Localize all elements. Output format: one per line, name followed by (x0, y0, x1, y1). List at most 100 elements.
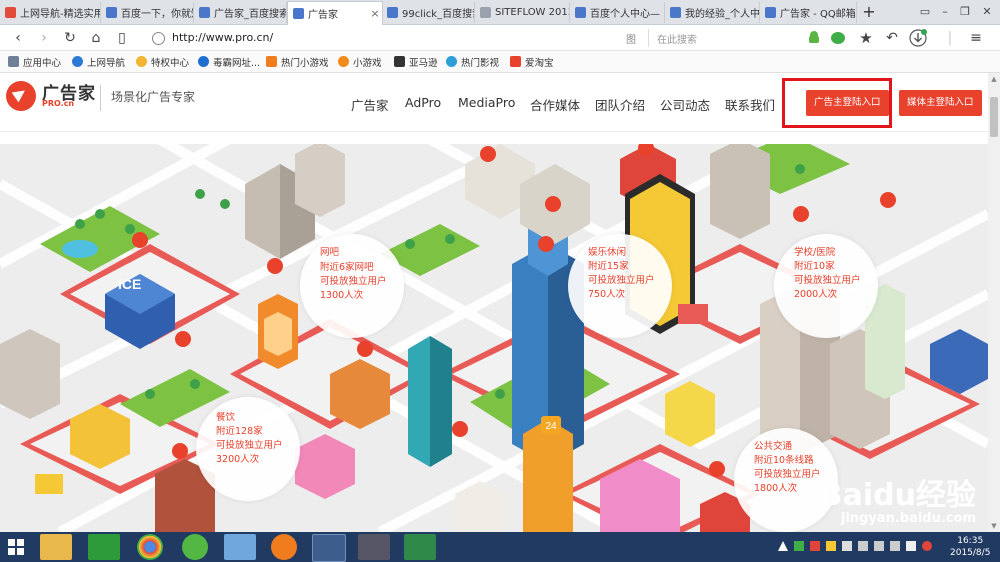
paint-icon[interactable] (224, 534, 256, 560)
tab-title: 上网导航-精选实用 (20, 9, 100, 20)
nav-adpro[interactable]: AdPro (405, 95, 441, 110)
bookmark-label: 小游戏 (353, 57, 382, 69)
page-scrollbar[interactable]: ▲ ▼ (988, 73, 1000, 532)
download-icon[interactable] (908, 28, 928, 48)
svg-text:ICE: ICE (118, 276, 141, 292)
tab-99click[interactable]: 99click_百度搜索 (382, 2, 475, 23)
bubble-title: 公共交通 (754, 441, 793, 452)
chrome-icon[interactable] (137, 534, 163, 560)
minimize-icon[interactable]: – (936, 3, 954, 21)
back-icon[interactable]: ‹ (8, 28, 28, 48)
nav-news[interactable]: 公司动态 (660, 95, 710, 114)
bubble-entertainment[interactable]: 娱乐休闲 附近15家 可投放独立用户 750人次 (568, 234, 672, 338)
bookmark-navigation[interactable]: 上网导航 (72, 54, 125, 69)
new-tab-button[interactable]: + (858, 2, 880, 22)
bookmark-amazon[interactable]: 亚马逊 (394, 54, 438, 69)
bookmark-app-center[interactable]: 应用中心 (8, 54, 61, 69)
game-icon (266, 56, 277, 67)
bookmark-duba[interactable]: 毒霸网址... (198, 54, 260, 69)
tray-input-method-icon[interactable] (906, 541, 916, 551)
bubble-line: 可投放独立用户 (754, 469, 821, 480)
scroll-up-icon[interactable]: ▲ (990, 75, 998, 83)
tab-my-jingyan[interactable]: 我的经验_个人中心 (665, 2, 760, 23)
undo-icon[interactable]: ↶ (882, 28, 902, 48)
fox-icon (338, 56, 349, 67)
close-tab-icon[interactable]: × (368, 7, 382, 20)
taskbar-clock[interactable]: 16:35 2015/8/5 (950, 535, 990, 559)
tray-network-icon[interactable] (858, 541, 868, 551)
tray-keyboard-icon[interactable] (842, 541, 852, 551)
tab-favicon-icon (293, 8, 304, 19)
nav-contact[interactable]: 联系我们 (725, 95, 775, 114)
logo-divider (100, 85, 101, 111)
tab-title: 广告家 - QQ邮箱 (780, 9, 856, 20)
bubble-line: 3200人次 (216, 454, 260, 465)
bookmark-privilege[interactable]: 特权中心 (136, 54, 189, 69)
nav-team[interactable]: 团队介绍 (595, 95, 645, 114)
bubble-school-hospital[interactable]: 学校/医院 附近10家 可投放独立用户 2000人次 (774, 234, 878, 338)
store-24-sign: 24 (545, 421, 557, 432)
nav-guanggaojia[interactable]: 广告家 (351, 95, 389, 114)
address-bar[interactable]: http://www.pro.cn/ (146, 29, 626, 47)
tray-notify-icon[interactable] (826, 541, 836, 551)
forward-icon[interactable]: › (34, 28, 54, 48)
photo-viewer-icon[interactable] (358, 534, 390, 560)
file-explorer-icon[interactable] (40, 534, 72, 560)
address-text: http://www.pro.cn/ (172, 31, 274, 44)
menu-icon[interactable]: ≡ (966, 28, 986, 48)
bookmark-mini-games[interactable]: 小游戏 (338, 54, 382, 69)
tab-baidu[interactable]: 百度一下，你就知道 (101, 2, 194, 23)
reload-icon[interactable]: ↻ (60, 28, 80, 48)
nav-partners[interactable]: 合作媒体 (530, 95, 580, 114)
bookmark-aitaobao[interactable]: 爱淘宝 (510, 54, 554, 69)
bookmark-hot-video[interactable]: 热门影视 (446, 54, 499, 69)
tab-title: 百度个人中心— (590, 9, 660, 20)
tray-arrow-icon[interactable] (778, 541, 788, 551)
nav-mediapro[interactable]: MediaPro (458, 95, 515, 110)
logo-arrow-icon[interactable] (6, 81, 36, 111)
ie-icon (72, 56, 83, 67)
windows-start-icon[interactable] (8, 539, 24, 555)
clock-time: 16:35 (957, 536, 984, 546)
browser-taskbar-icon[interactable] (312, 534, 346, 562)
bubble-dining[interactable]: 餐饮 附近128家 可投放独立用户 3200人次 (196, 397, 300, 501)
tray-sogou-icon[interactable] (922, 541, 932, 551)
bookmark-label: 爱淘宝 (525, 57, 554, 69)
slogan: 场景化广告专家 (111, 90, 196, 104)
star-bookmark-icon[interactable]: ★ (856, 28, 876, 48)
image-search-icon[interactable]: 图 (626, 31, 636, 46)
media-login-button[interactable]: 媒体主登陆入口 (899, 90, 982, 116)
store-icon[interactable] (88, 534, 120, 560)
bubble-internet-cafe[interactable]: 网吧 附近6家网吧 可投放独立用户 1300人次 (300, 234, 404, 338)
bubble-title: 餐饮 (216, 412, 236, 423)
tray-security-icon[interactable] (810, 541, 820, 551)
tray-app-icon[interactable] (794, 541, 804, 551)
close-window-icon[interactable]: ✕ (978, 3, 996, 21)
tab-qq-mail[interactable]: 广告家 - QQ邮箱 (760, 2, 857, 23)
bubble-line: 可投放独立用户 (588, 275, 655, 286)
tray-battery-icon[interactable] (890, 541, 900, 551)
tab-title: 99click_百度搜索 (402, 9, 474, 20)
tray-volume-icon[interactable] (874, 541, 884, 551)
tab-baidu-personal[interactable]: 百度个人中心— (570, 2, 665, 23)
home-icon[interactable]: ⌂ (86, 28, 106, 48)
tab-favicon-icon (199, 7, 210, 18)
search-input[interactable]: 在此搜索 (648, 29, 829, 47)
tab-guanggaojia-active[interactable]: 广告家 × (287, 1, 383, 25)
wechat-icon[interactable] (830, 30, 846, 46)
media-player-icon[interactable] (271, 534, 297, 560)
refresh-app-icon[interactable] (182, 534, 208, 560)
bubble-line: 附近10条线路 (754, 455, 814, 466)
reader-mode-icon[interactable]: ▯ (112, 28, 132, 48)
scroll-down-icon[interactable]: ▼ (990, 522, 998, 530)
tab-siteflow[interactable]: SITEFLOW 2013 (475, 2, 570, 23)
excel-icon[interactable] (404, 534, 436, 560)
bubble-title: 学校/医院 (794, 247, 836, 258)
restore-icon[interactable]: ❐ (956, 3, 974, 21)
android-icon[interactable] (806, 30, 822, 46)
bookmark-hot-games[interactable]: 热门小游戏 (266, 54, 329, 69)
scrollbar-thumb[interactable] (990, 97, 998, 137)
tab-shangwang[interactable]: 上网导航-精选实用 (0, 2, 101, 23)
tab-list-icon[interactable]: ▭ (916, 3, 934, 21)
tab-search-guanggaojia[interactable]: 广告家_百度搜索 (194, 2, 287, 23)
